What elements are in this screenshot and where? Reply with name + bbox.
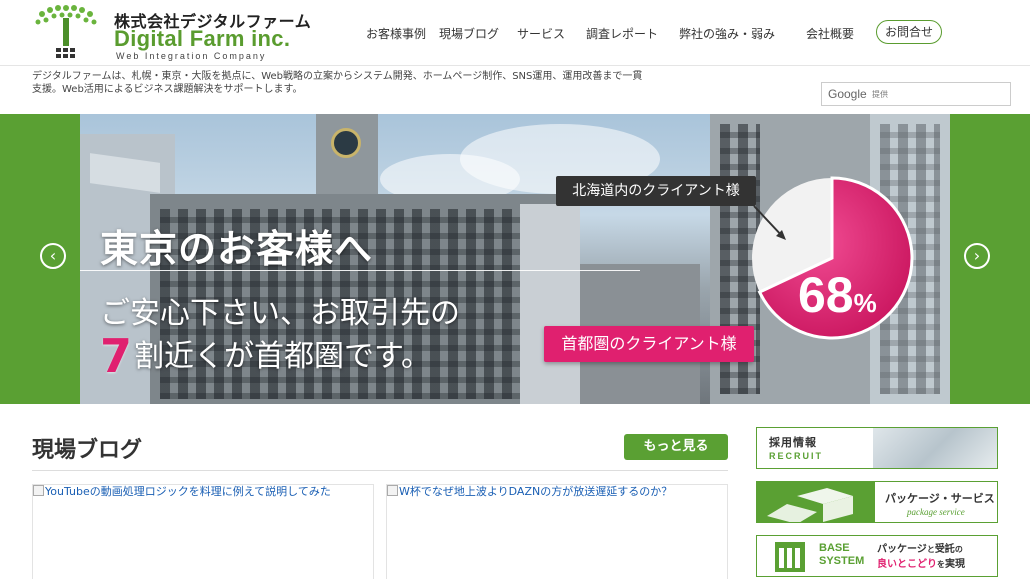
building-mid [520,204,580,404]
base-copy-1c: 受託 [934,544,955,555]
nav-case-studies[interactable]: お客様事例 [366,25,426,42]
logo-tagline: Web Integration Company [116,51,267,61]
blog-divider [32,470,728,471]
main-nav: お客様事例 現場ブログ サービス 調査レポート 弊社の強み・弱み 会社概要 お問… [0,20,1030,46]
callout-pointer-icon [753,205,786,240]
nav-blog[interactable]: 現場ブログ [439,25,499,42]
callout-hokkaido: 北海道内のクライアント様 [556,176,756,206]
base-system-copy: パッケージと受託の 良いとこどりを実現 [877,542,965,572]
base-copy-2b: を [937,560,945,569]
base-copy-1b: と [926,545,935,554]
callout-metro: 首都圏のクライアント様 [544,326,754,362]
base-system-name-line2: SYSTEM [819,555,865,567]
base-system-logo-icon [775,542,805,572]
blog-card-title: W杯でなぜ地上波よりDAZNの方が放送遅延するのか？ [399,485,673,498]
blog-section-title: 現場ブログ [32,438,143,463]
nav-reports[interactable]: 調査レポート [586,25,658,42]
blog-card-link[interactable]: YouTubeの動画処理ロジックを料理に例えて説明してみた [33,485,335,499]
clock-icon [331,128,361,158]
broken-image-icon [33,485,44,496]
recruit-title: 採用情報 [769,436,817,449]
recruit-banner[interactable]: 採用情報 RECRUIT [756,427,998,469]
hero-subtitle-line2-text: 割近くが首都圏です。 [134,339,432,374]
blog-card-link[interactable]: W杯でなぜ地上波よりDAZNの方が放送遅延するのか？ [387,485,676,499]
blog-card[interactable]: YouTubeの動画処理ロジックを料理に例えて説明してみた [32,484,374,579]
blog-card[interactable]: W杯でなぜ地上波よりDAZNの方が放送遅延するのか？ [386,484,728,579]
base-system-banner[interactable]: BASE SYSTEM パッケージと受託の 良いとこどりを実現 [756,535,998,577]
google-search-label: 提供 [872,90,888,99]
recruit-photo [873,428,997,468]
nav-strengths[interactable]: 弊社の強み・弱み [679,25,775,42]
hero-subtitle-line2: 7割近くが首都圏です。 [100,329,431,383]
prev-slide-button[interactable]: ‹ [40,243,66,269]
google-logo: Google [828,87,867,101]
hero-subtitle-line1: ご安心下さい、お取引先の [100,296,460,331]
broken-image-icon [387,485,398,496]
base-copy-1d: の [954,545,963,554]
hero-slider: 北海道内のクライアント様 首都圏のクライアント様 68% 東京のお客様へ ご安心… [0,114,1030,404]
base-system-name: BASE SYSTEM [819,542,864,568]
package-service-subtitle: package service [907,507,965,517]
contact-button[interactable]: お問合せ [876,20,942,44]
intro-text: デジタルファームは、札幌・東京・大阪を拠点に、Web戦略の立案からシステム開発、… [32,71,643,95]
hero-divider [80,270,640,271]
box-illustration-icon [767,488,853,522]
blog-card-title: YouTubeの動画処理ロジックを料理に例えて説明してみた [45,485,331,498]
hero-title: 東京のお客様へ [100,227,374,271]
hero-slide[interactable]: 北海道内のクライアント様 首都圏のクライアント様 68% 東京のお客様へ ご安心… [80,114,950,404]
base-copy-2a: 良いとこどり [877,559,937,570]
package-service-title: パッケージ・サービス [885,492,995,505]
hero-big-number: 7 [100,329,133,383]
header-divider [0,65,1030,66]
base-copy-1a: パッケージ [877,544,927,555]
base-system-name-line1: BASE [819,542,850,554]
nav-services[interactable]: サービス [517,25,565,42]
package-service-banner[interactable]: パッケージ・サービス package service [756,481,998,523]
site-header: 株式会社デジタルファーム Digital Farm inc. Web Integ… [0,0,1030,66]
next-slide-button[interactable]: › [964,243,990,269]
package-service-image [757,482,875,522]
recruit-subtitle: RECRUIT [769,451,823,461]
blog-more-button[interactable]: もっと見る [624,434,728,460]
pie-percent-number: 68 [798,267,854,323]
base-copy-2c: 実現 [945,559,965,570]
google-search-input[interactable]: Google 提供 [821,82,1011,106]
pie-percent-label: 68% [798,266,877,324]
nav-company[interactable]: 会社概要 [806,25,854,42]
pie-percent-sign: % [853,288,877,318]
